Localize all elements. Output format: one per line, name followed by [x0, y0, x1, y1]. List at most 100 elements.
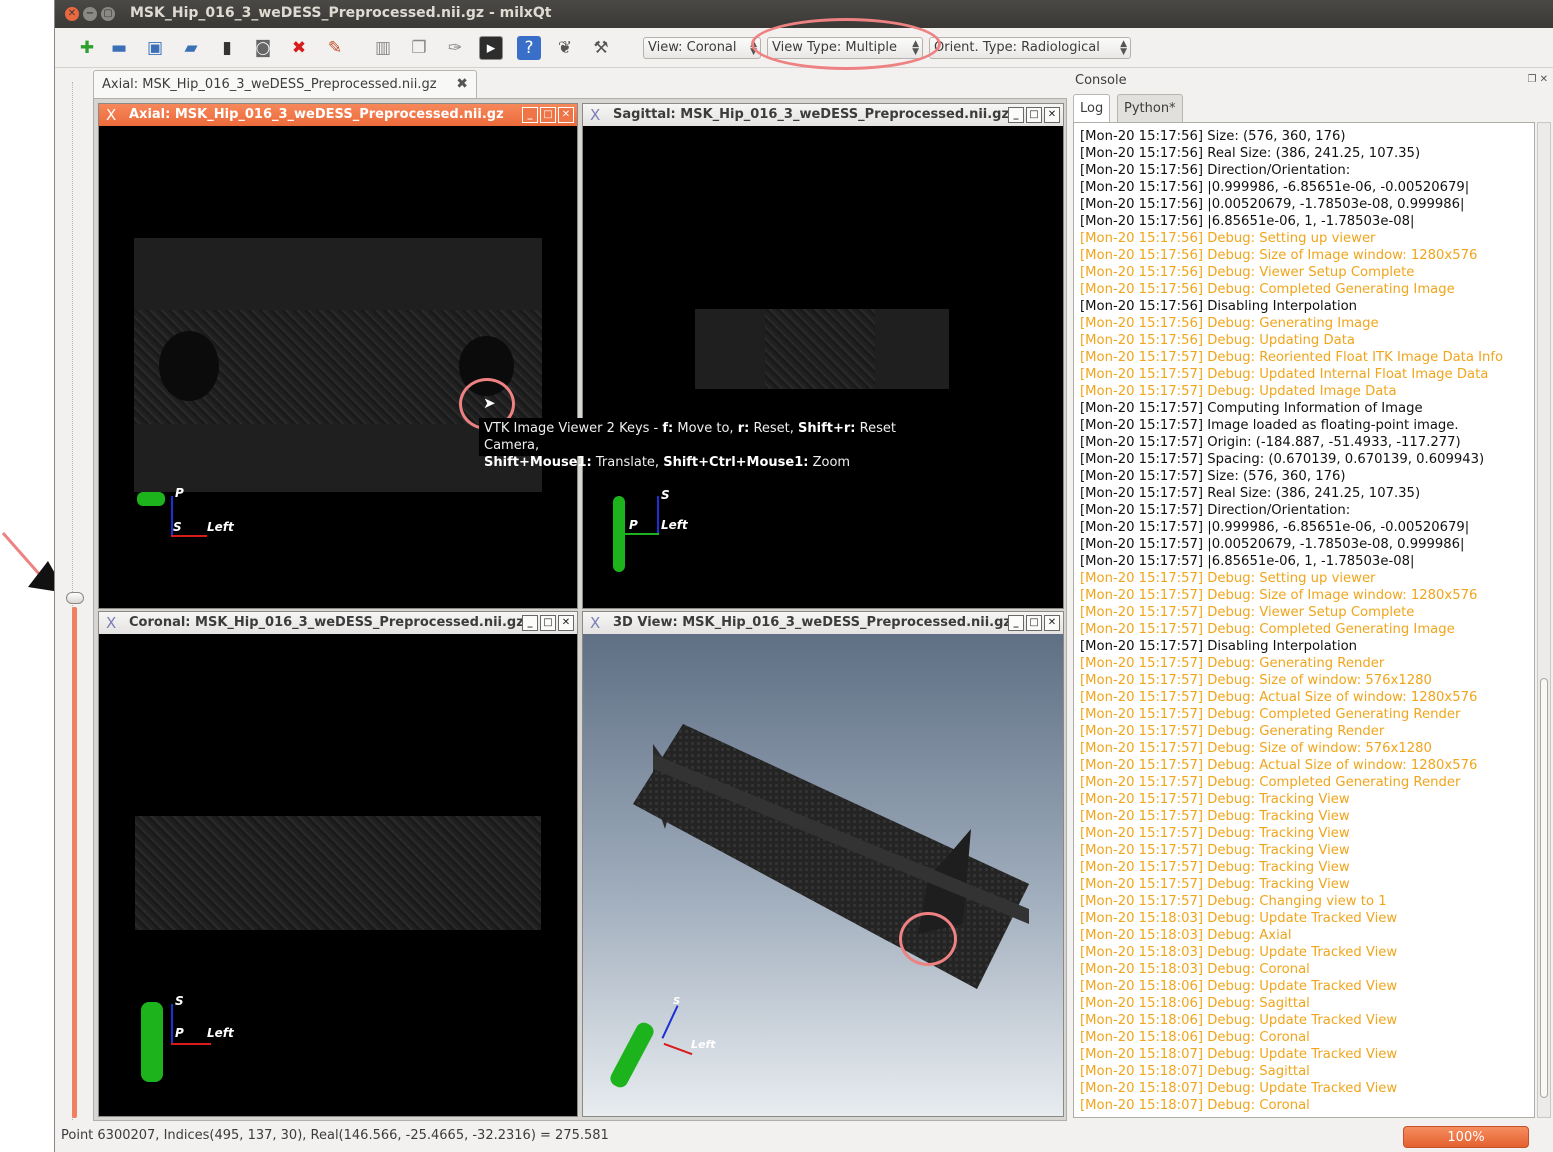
log-line: [Mon-20 15:17:57] Debug: Changing view t…	[1080, 894, 1387, 909]
view-combo[interactable]: View: Coronal ▲ ▼	[643, 37, 761, 59]
scan-image	[765, 309, 875, 389]
log-line: [Mon-20 15:18:03] Debug: Axial	[1080, 928, 1292, 943]
cascade-icon[interactable]: ❐	[407, 36, 431, 60]
sagittal-pane[interactable]: X Sagittal: MSK_Hip_016_3_weDESS_Preproc…	[582, 103, 1064, 609]
orient-label-right: Left	[207, 1026, 234, 1040]
progress-bar: 100%	[1403, 1126, 1529, 1148]
open-series-icon[interactable]: ▣	[143, 36, 167, 60]
orient-label-left: S	[173, 520, 182, 534]
axial-pane[interactable]: X Axial: MSK_Hip_016_3_weDESS_Preprocess…	[98, 103, 578, 609]
log-line: [Mon-20 15:17:57] Debug: Updated Image D…	[1080, 384, 1397, 399]
close-tab-icon[interactable]: ✖	[456, 76, 468, 92]
minimize-pane-button[interactable]: _	[1008, 107, 1024, 123]
view-type-combo-label: View Type: Multiple	[772, 40, 897, 55]
log-line: [Mon-20 15:18:03] Debug: Coronal	[1080, 962, 1310, 977]
close-pane-button[interactable]: ✕	[558, 615, 574, 631]
log-line: [Mon-20 15:17:57] Debug: Tracking View	[1080, 877, 1350, 892]
close-dock-icon[interactable]: ✕	[1540, 74, 1548, 85]
maximize-pane-button[interactable]: □	[540, 615, 556, 631]
window-maximize-button[interactable]: ▢	[101, 7, 115, 21]
minimize-pane-button[interactable]: _	[1008, 615, 1024, 631]
coronal-pane[interactable]: X Coronal: MSK_Hip_016_3_weDESS_Preproce…	[98, 611, 578, 1117]
log-line: [Mon-20 15:17:57] Image loaded as floati…	[1080, 418, 1459, 433]
slider-fill	[72, 607, 77, 1118]
open-folder-icon[interactable]: ▬	[107, 36, 131, 60]
console-title: Console	[1075, 73, 1127, 88]
view3d-render[interactable]: S Left	[583, 634, 1063, 1116]
log-line: [Mon-20 15:17:57] Debug: Completed Gener…	[1080, 707, 1461, 722]
tooltip-text: VTK Image Viewer 2 Keys -	[484, 421, 663, 436]
slice-slider[interactable]	[66, 82, 84, 1120]
slider-handle[interactable]	[66, 592, 84, 604]
log-line: [Mon-20 15:17:57] Debug: Tracking View	[1080, 809, 1350, 824]
maximize-pane-button[interactable]: □	[1026, 615, 1042, 631]
title-bar: ✕ − ▢ MSK_Hip_016_3_weDESS_Preprocessed.…	[55, 0, 1553, 28]
log-line: [Mon-20 15:17:57] Debug: Reoriented Floa…	[1080, 350, 1504, 365]
float-dock-icon[interactable]: ❐	[1527, 74, 1536, 85]
status-text: Point 6300207, Indices(495, 137, 30), Re…	[61, 1128, 609, 1143]
log-line: [Mon-20 15:17:56] Debug: Setting up view…	[1080, 231, 1376, 246]
log-line: [Mon-20 15:17:57] Debug: Viewer Setup Co…	[1080, 605, 1415, 620]
clear-icon[interactable]: ✎	[323, 36, 347, 60]
plugin-icon[interactable]: ❦	[553, 36, 577, 60]
scan-image	[135, 816, 541, 930]
tab-axial-document[interactable]: Axial: MSK_Hip_016_3_weDESS_Preprocessed…	[93, 70, 477, 98]
close-pane-button[interactable]: ✕	[1044, 107, 1060, 123]
window-close-button[interactable]: ✕	[65, 7, 79, 21]
annotate-icon[interactable]: ✑	[443, 36, 467, 60]
log-line: [Mon-20 15:17:56] Size: (576, 360, 176)	[1080, 129, 1346, 144]
vtk-x-icon: X	[106, 614, 117, 632]
orient-type-combo[interactable]: Orient. Type: Radiological ▲ ▼	[929, 37, 1131, 59]
log-line: [Mon-20 15:17:57] Direction/Orientation:	[1080, 503, 1351, 518]
maximize-pane-button[interactable]: □	[540, 107, 556, 123]
tab-label: Axial: MSK_Hip_016_3_weDESS_Preprocessed…	[102, 77, 437, 92]
add-folder-icon[interactable]: ▰	[179, 36, 203, 60]
save-icon[interactable]: ▮	[215, 36, 239, 60]
close-pane-button[interactable]: ✕	[1044, 615, 1060, 631]
log-line: [Mon-20 15:17:57] Debug: Completed Gener…	[1080, 775, 1461, 790]
toolbar: ✚ ▬ ▣ ▰ ▮ ◙ ✖ ✎ ▥ ❐ ✑ ▸ ? ❦ ⚒ View: Coro…	[55, 18, 1553, 70]
log-line: [Mon-20 15:17:57] Debug: Generating Rend…	[1080, 724, 1385, 739]
orient-label-top: S	[661, 488, 670, 502]
close-pane-button[interactable]: ✕	[558, 107, 574, 123]
coronal-pane-title: X Coronal: MSK_Hip_016_3_weDESS_Preproce…	[99, 612, 577, 634]
axial-render[interactable]: ➤ P S Left	[99, 126, 577, 608]
tab-log[interactable]: Log	[1073, 94, 1111, 122]
main-window: ✕ − ▢ MSK_Hip_016_3_weDESS_Preprocessed.…	[54, 0, 1553, 1152]
settings-icon[interactable]: ⚒	[589, 36, 613, 60]
layout-icon[interactable]: ▥	[371, 36, 395, 60]
minimize-pane-button[interactable]: _	[522, 107, 538, 123]
volume-slices	[633, 724, 1029, 989]
log-line: [Mon-20 15:17:57] Debug: Size of Image w…	[1080, 588, 1478, 603]
axial-pane-title-text: Axial: MSK_Hip_016_3_weDESS_Preprocessed…	[129, 107, 504, 122]
tab-python[interactable]: Python*	[1117, 94, 1183, 122]
terminal-icon[interactable]: ▸	[479, 36, 503, 60]
log-line: [Mon-20 15:17:56] Disabling Interpolatio…	[1080, 299, 1358, 314]
log-line: [Mon-20 15:17:57] Size: (576, 360, 176)	[1080, 469, 1346, 484]
log-line: [Mon-20 15:17:56] |0.00520679, -1.78503e…	[1080, 197, 1465, 212]
orientation-human-icon	[137, 492, 165, 506]
help-icon[interactable]: ?	[517, 36, 541, 60]
orient-label-right: Left	[207, 520, 234, 534]
log-output[interactable]: [Mon-20 15:17:56] Size: (576, 360, 176) […	[1073, 122, 1535, 1118]
axial-pane-title: X Axial: MSK_Hip_016_3_weDESS_Preprocess…	[99, 104, 577, 126]
view3d-pane[interactable]: X 3D View: MSK_Hip_016_3_weDESS_Preproce…	[582, 611, 1064, 1117]
coronal-render[interactable]: S P Left	[99, 634, 577, 1116]
log-line: [Mon-20 15:17:56] Debug: Viewer Setup Co…	[1080, 265, 1415, 280]
close-icon[interactable]: ✖	[287, 36, 311, 60]
axis-blue	[657, 496, 659, 534]
maximize-pane-button[interactable]: □	[1026, 107, 1042, 123]
tooltip: VTK Image Viewer 2 Keys - f: Move to, r:…	[479, 418, 957, 470]
log-line: [Mon-20 15:18:07] Debug: Sagittal	[1080, 1064, 1310, 1079]
window-minimize-button[interactable]: −	[83, 7, 97, 21]
sagittal-render[interactable]: S P Left	[583, 126, 1063, 608]
screenshot-icon[interactable]: ◙	[251, 36, 275, 60]
view-type-combo[interactable]: View Type: Multiple ▲ ▼	[767, 37, 923, 59]
scrollbar-thumb[interactable]	[1540, 678, 1548, 1098]
log-scrollbar[interactable]	[1537, 122, 1551, 1118]
tooltip-key: Shift+Mouse1:	[484, 455, 592, 470]
log-line: [Mon-20 15:17:57] Debug: Actual Size of …	[1080, 758, 1478, 773]
minimize-pane-button[interactable]: _	[522, 615, 538, 631]
new-file-icon[interactable]: ✚	[75, 36, 99, 60]
log-line: [Mon-20 15:17:56] Debug: Completed Gener…	[1080, 282, 1455, 297]
